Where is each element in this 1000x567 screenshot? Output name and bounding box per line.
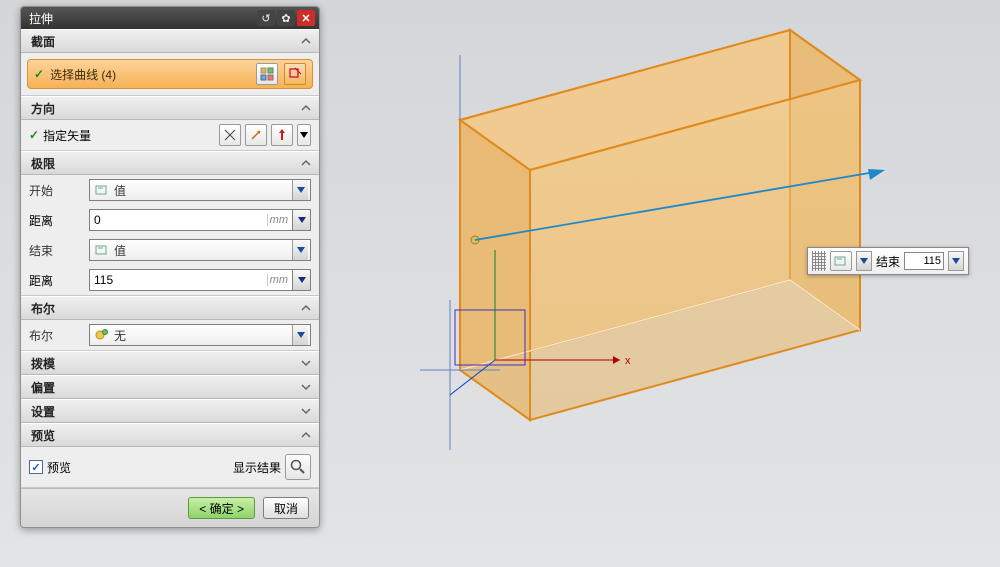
section-body-limits: 开始 值 距离 mm 结束 [21,175,319,296]
value-icon [94,242,110,258]
select-curve-label: 选择曲线 (4) [50,66,116,83]
end-value-chip[interactable]: 结束 [807,247,969,275]
boolean-label: 布尔 [29,327,89,344]
close-icon[interactable]: ✕ [297,10,315,26]
unit-label: mm [267,274,292,286]
boolean-row: 布尔 无 [21,320,319,350]
vector-reverse-button[interactable] [245,124,267,146]
start-distance-stepper[interactable] [293,209,311,231]
section-body-direction: ✓ 指定矢量 [21,120,319,151]
section-header-offset[interactable]: 偏置 [21,375,319,399]
start-label: 开始 [29,182,89,199]
start-distance-field[interactable] [90,213,267,227]
section-header-preview[interactable]: 预览 [21,423,319,447]
vector-infer-button[interactable] [219,124,241,146]
end-chip-stepper[interactable] [948,251,964,271]
end-distance-field[interactable] [90,273,267,287]
end-distance-input[interactable]: mm [89,269,293,291]
check-icon: ✓ [29,128,39,142]
section-title: 布尔 [31,300,55,317]
show-result-button[interactable] [285,454,311,480]
section-header-direction[interactable]: 方向 [21,96,319,120]
end-distance-label: 距离 [29,272,89,289]
start-type-text: 值 [114,182,126,199]
chevron-up-icon [299,156,313,170]
axis-x-label: x [625,355,631,367]
value-icon [94,182,110,198]
start-distance-input[interactable]: mm [89,209,293,231]
section-title: 极限 [31,155,55,172]
settings-icon[interactable]: ✿ [277,10,295,26]
chevron-down-icon [299,356,313,370]
start-type-row: 开始 值 [21,175,319,205]
boolean-dropdown[interactable]: 无 [89,324,311,346]
chevron-up-icon [299,301,313,315]
preview-checkbox[interactable]: ✓ [29,460,43,474]
chevron-up-icon [299,101,313,115]
extrude-dialog: 拉伸 ↺ ✿ ✕ 截面 ✓ 选择曲线 (4) 方向 [20,6,320,528]
chevron-down-icon [299,404,313,418]
chevron-up-icon [299,428,313,442]
section-title: 拨模 [31,355,55,372]
end-type-dropdown[interactable]: 值 [89,239,311,261]
dialog-title: 拉伸 [29,10,53,27]
check-icon: ✓ [34,67,44,81]
preview-checkbox-label: 预览 [47,459,71,476]
section-header-limits[interactable]: 极限 [21,151,319,175]
section-title: 预览 [31,427,55,444]
vector-axis-button[interactable] [271,124,293,146]
chevron-down-icon [299,380,313,394]
grip-icon[interactable] [812,251,826,271]
reset-icon[interactable]: ↺ [257,10,275,26]
section-body-boolean: 布尔 无 [21,320,319,351]
dropdown-arrow-icon [292,240,308,260]
vector-dropdown-button[interactable] [297,124,311,146]
select-curve-row[interactable]: ✓ 选择曲线 (4) [27,59,313,89]
section-body-curve: ✓ 选择曲线 (4) [21,53,319,96]
end-chip-input[interactable] [904,252,944,270]
start-distance-label: 距离 [29,212,89,229]
dialog-titlebar[interactable]: 拉伸 ↺ ✿ ✕ [21,7,319,29]
end-label: 结束 [29,242,89,259]
section-body-preview: ✓ 预览 显示结果 [21,447,319,488]
end-type-text: 值 [114,242,126,259]
dialog-footer: < 确定 > 取消 [21,488,319,527]
none-icon [94,327,110,343]
dropdown-arrow-icon [292,325,308,345]
dropdown-arrow-icon [292,180,308,200]
cancel-button[interactable]: 取消 [263,497,309,519]
section-header-curve[interactable]: 截面 [21,29,319,53]
end-type-dropdown-arrow[interactable] [856,251,872,271]
chevron-up-icon [299,34,313,48]
show-result-label: 显示结果 [233,459,281,476]
vector-row: ✓ 指定矢量 [21,120,319,150]
start-type-dropdown[interactable]: 值 [89,179,311,201]
sketch-section-button[interactable] [284,63,306,85]
end-distance-stepper[interactable] [293,269,311,291]
viewport-3d[interactable]: x [320,0,1000,567]
section-title: 偏置 [31,379,55,396]
ok-button[interactable]: < 确定 > [188,497,255,519]
boolean-value: 无 [114,327,126,344]
section-header-settings[interactable]: 设置 [21,399,319,423]
end-chip-label: 结束 [876,253,900,270]
end-type-row: 结束 值 [21,235,319,265]
unit-label: mm [267,214,292,226]
end-distance-row: 距离 mm [21,265,319,295]
section-title: 设置 [31,403,55,420]
vector-label: 指定矢量 [43,127,91,144]
curve-rule-button[interactable] [256,63,278,85]
section-header-draft[interactable]: 拨模 [21,351,319,375]
section-header-boolean[interactable]: 布尔 [21,296,319,320]
end-type-icon[interactable] [830,251,852,271]
start-distance-row: 距离 mm [21,205,319,235]
section-title: 方向 [31,100,55,117]
section-title: 截面 [31,33,55,50]
